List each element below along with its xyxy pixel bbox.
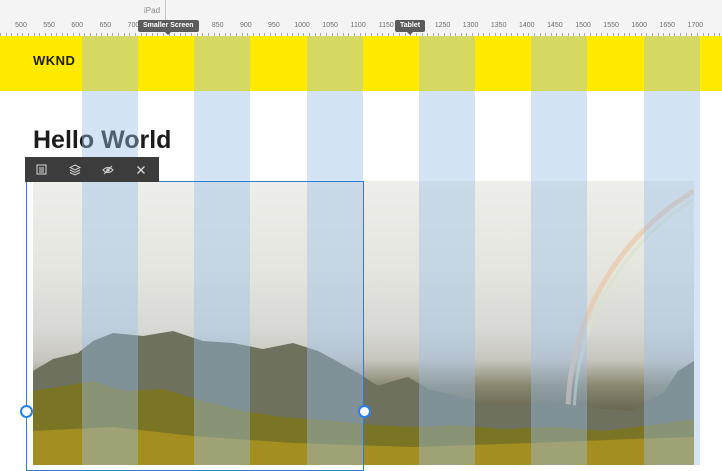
- site-logo[interactable]: WKND: [33, 53, 75, 68]
- ruler-tick-label: 1650: [659, 22, 676, 29]
- properties-icon: [36, 164, 47, 175]
- ruler-tick-label: 1550: [603, 22, 619, 29]
- breakpoint-marker-smaller-screen[interactable]: Smaller Screen: [138, 20, 199, 35]
- ruler-tick-label: 1400: [519, 22, 535, 29]
- component-toolbar: [25, 157, 159, 182]
- layers-button[interactable]: [58, 157, 91, 182]
- ruler-tick-label: 900: [239, 22, 252, 29]
- ruler-tick-label: 1450: [547, 22, 563, 29]
- ruler-tick-label: 1100: [350, 22, 366, 29]
- ruler-tick-label: 850: [211, 22, 224, 29]
- device-label: iPad: [144, 6, 161, 15]
- ruler-tick-label: 1150: [378, 22, 394, 29]
- pixel-ruler: 5005506006507007508008509009501000105011…: [0, 22, 722, 36]
- close-button[interactable]: [124, 157, 157, 182]
- ruler-tick-label: 1250: [434, 22, 451, 29]
- close-icon: [136, 165, 145, 174]
- ruler-tick-label: 950: [268, 22, 280, 29]
- resize-handle-right[interactable]: [358, 405, 371, 418]
- site-header: [0, 36, 722, 91]
- ruler-tick-label: 1050: [322, 22, 338, 29]
- ruler-tick-label: 550: [43, 22, 55, 29]
- ruler-tick-label: 1700: [687, 22, 704, 29]
- hide-icon: [101, 165, 114, 174]
- breakpoint-marker-tablet[interactable]: Tablet: [395, 20, 426, 35]
- emulator-ruler-bar: iPad 50055060065070075080085090095010001…: [0, 0, 722, 37]
- ruler-tick-label: 600: [71, 22, 84, 29]
- ruler-tick-label: 1500: [575, 22, 591, 29]
- properties-button[interactable]: [25, 157, 58, 182]
- ruler-tick-label: 650: [99, 22, 112, 29]
- device-marker: [165, 0, 166, 20]
- selected-component-outline: [26, 181, 364, 471]
- page-heading[interactable]: Hello World: [33, 126, 171, 155]
- ruler-tick-label: 1000: [294, 22, 310, 29]
- layers-icon: [68, 163, 81, 176]
- resize-handle-left[interactable]: [20, 405, 33, 418]
- hide-button[interactable]: [91, 157, 124, 182]
- ruler-tick-label: 1300: [462, 22, 479, 29]
- ruler-tick-label: 1350: [490, 22, 507, 29]
- ruler-tick-label: 500: [15, 22, 27, 29]
- ruler-tick-label: 1600: [631, 22, 647, 29]
